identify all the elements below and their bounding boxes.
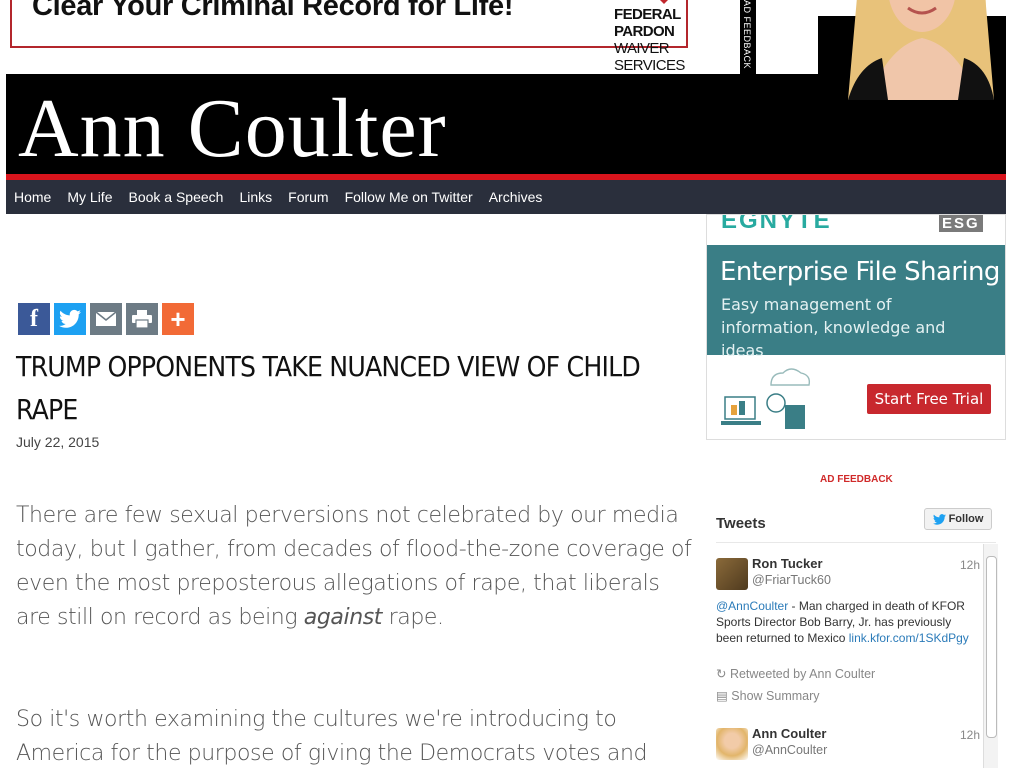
share-bar: f + xyxy=(18,303,194,335)
follow-label: Follow xyxy=(948,513,984,525)
ad-headline[interactable]: Clear Your Criminal Record for Life! xyxy=(32,0,514,23)
show-summary[interactable]: ▤ Show Summary xyxy=(716,688,820,703)
ad-logo-secondary: ESG xyxy=(939,215,983,232)
tweet-link[interactable]: link.kfor.com/1SKdPgy xyxy=(849,631,969,645)
tweets-scrollbar[interactable] xyxy=(983,544,998,768)
summary-icon: ▤ xyxy=(716,689,732,703)
top-banner-ad[interactable]: Clear Your Criminal Record for Life! FED… xyxy=(4,0,740,74)
tweets-divider xyxy=(716,542,996,543)
nav-my-life[interactable]: My Life xyxy=(59,189,120,205)
tweet-body: @AnnCoulter - Man charged in death of KF… xyxy=(716,598,976,646)
tweet-author-handle[interactable]: @AnnCoulter xyxy=(752,743,827,757)
tweets-title: Tweets xyxy=(716,515,766,532)
para1-emphasis: against xyxy=(303,605,383,630)
article-paragraph-1: There are few sexual perversions not cel… xyxy=(16,499,696,635)
twitter-icon[interactable] xyxy=(54,303,86,335)
nav-home[interactable]: Home xyxy=(6,189,59,205)
article-date: July 22, 2015 xyxy=(16,434,100,450)
facebook-icon[interactable]: f xyxy=(18,303,50,335)
main-nav: Home My Life Book a Speech Links Forum F… xyxy=(6,180,1006,214)
avatar[interactable] xyxy=(716,558,748,590)
ad-brand: FEDERAL PARDON WAIVER SERVICES xyxy=(614,6,734,74)
show-summary-label[interactable]: Show Summary xyxy=(731,689,819,703)
cloud-devices-icon xyxy=(721,368,811,429)
article-title: TRUMP OPPONENTS TAKE NUANCED VIEW OF CHI… xyxy=(16,350,641,426)
tweet-author-name[interactable]: Ron Tucker xyxy=(752,556,823,571)
top-ad-feedback[interactable]: AD FEEDBACK xyxy=(740,0,756,74)
ad-brand-line1: FEDERAL PARDON xyxy=(614,6,681,40)
retweeted-label[interactable]: Retweeted by Ann Coulter xyxy=(730,667,875,681)
side-ad-feedback[interactable]: AD FEEDBACK xyxy=(820,474,893,485)
tweet-time[interactable]: 12h xyxy=(960,728,980,742)
tweets-widget: Tweets Follow Ron Tucker @FriarTuck60 12… xyxy=(706,500,1004,768)
twitter-bird-icon xyxy=(932,513,946,525)
start-free-trial-button[interactable]: Start Free Trial xyxy=(867,384,991,414)
email-icon[interactable] xyxy=(90,303,122,335)
side-ad[interactable]: EGNYTE ESG Enterprise File Sharing Easy … xyxy=(706,214,1006,440)
avatar[interactable] xyxy=(716,728,748,760)
follow-button[interactable]: Follow xyxy=(924,508,992,530)
print-icon[interactable] xyxy=(126,303,158,335)
tweet-author-name[interactable]: Ann Coulter xyxy=(752,726,826,741)
scrollbar-thumb[interactable] xyxy=(986,556,997,738)
nav-forum[interactable]: Forum xyxy=(280,189,336,205)
para1-text-b: rape. xyxy=(382,605,444,630)
retweet-icon: ↻ xyxy=(716,667,730,681)
article-paragraph-2: So it's worth examining the cultures we'… xyxy=(16,707,648,766)
ad-brand-line2: WAIVER SERVICES xyxy=(614,40,685,74)
header-portrait-photo xyxy=(818,0,1006,100)
tweet-time[interactable]: 12h xyxy=(960,558,980,572)
nav-book-a-speech[interactable]: Book a Speech xyxy=(120,189,231,205)
plus-icon[interactable]: + xyxy=(162,303,194,335)
ad-logo: EGNYTE xyxy=(721,214,832,234)
retweeted-by: ↻ Retweeted by Ann Coulter xyxy=(716,666,875,681)
ad-feedback-label[interactable]: AD FEEDBACK xyxy=(742,0,752,69)
nav-follow-twitter[interactable]: Follow Me on Twitter xyxy=(337,189,481,205)
ad-subtext: Easy management of information, knowledg… xyxy=(721,295,946,360)
tweet-mention[interactable]: @AnnCoulter xyxy=(716,599,788,613)
tweet-author-handle[interactable]: @FriarTuck60 xyxy=(752,573,831,587)
ad-headline-enterprise: Enterprise File Sharing xyxy=(720,257,1000,287)
site-title[interactable]: Ann Coulter xyxy=(18,80,447,174)
nav-links[interactable]: Links xyxy=(231,189,280,205)
nav-archives[interactable]: Archives xyxy=(481,189,551,205)
